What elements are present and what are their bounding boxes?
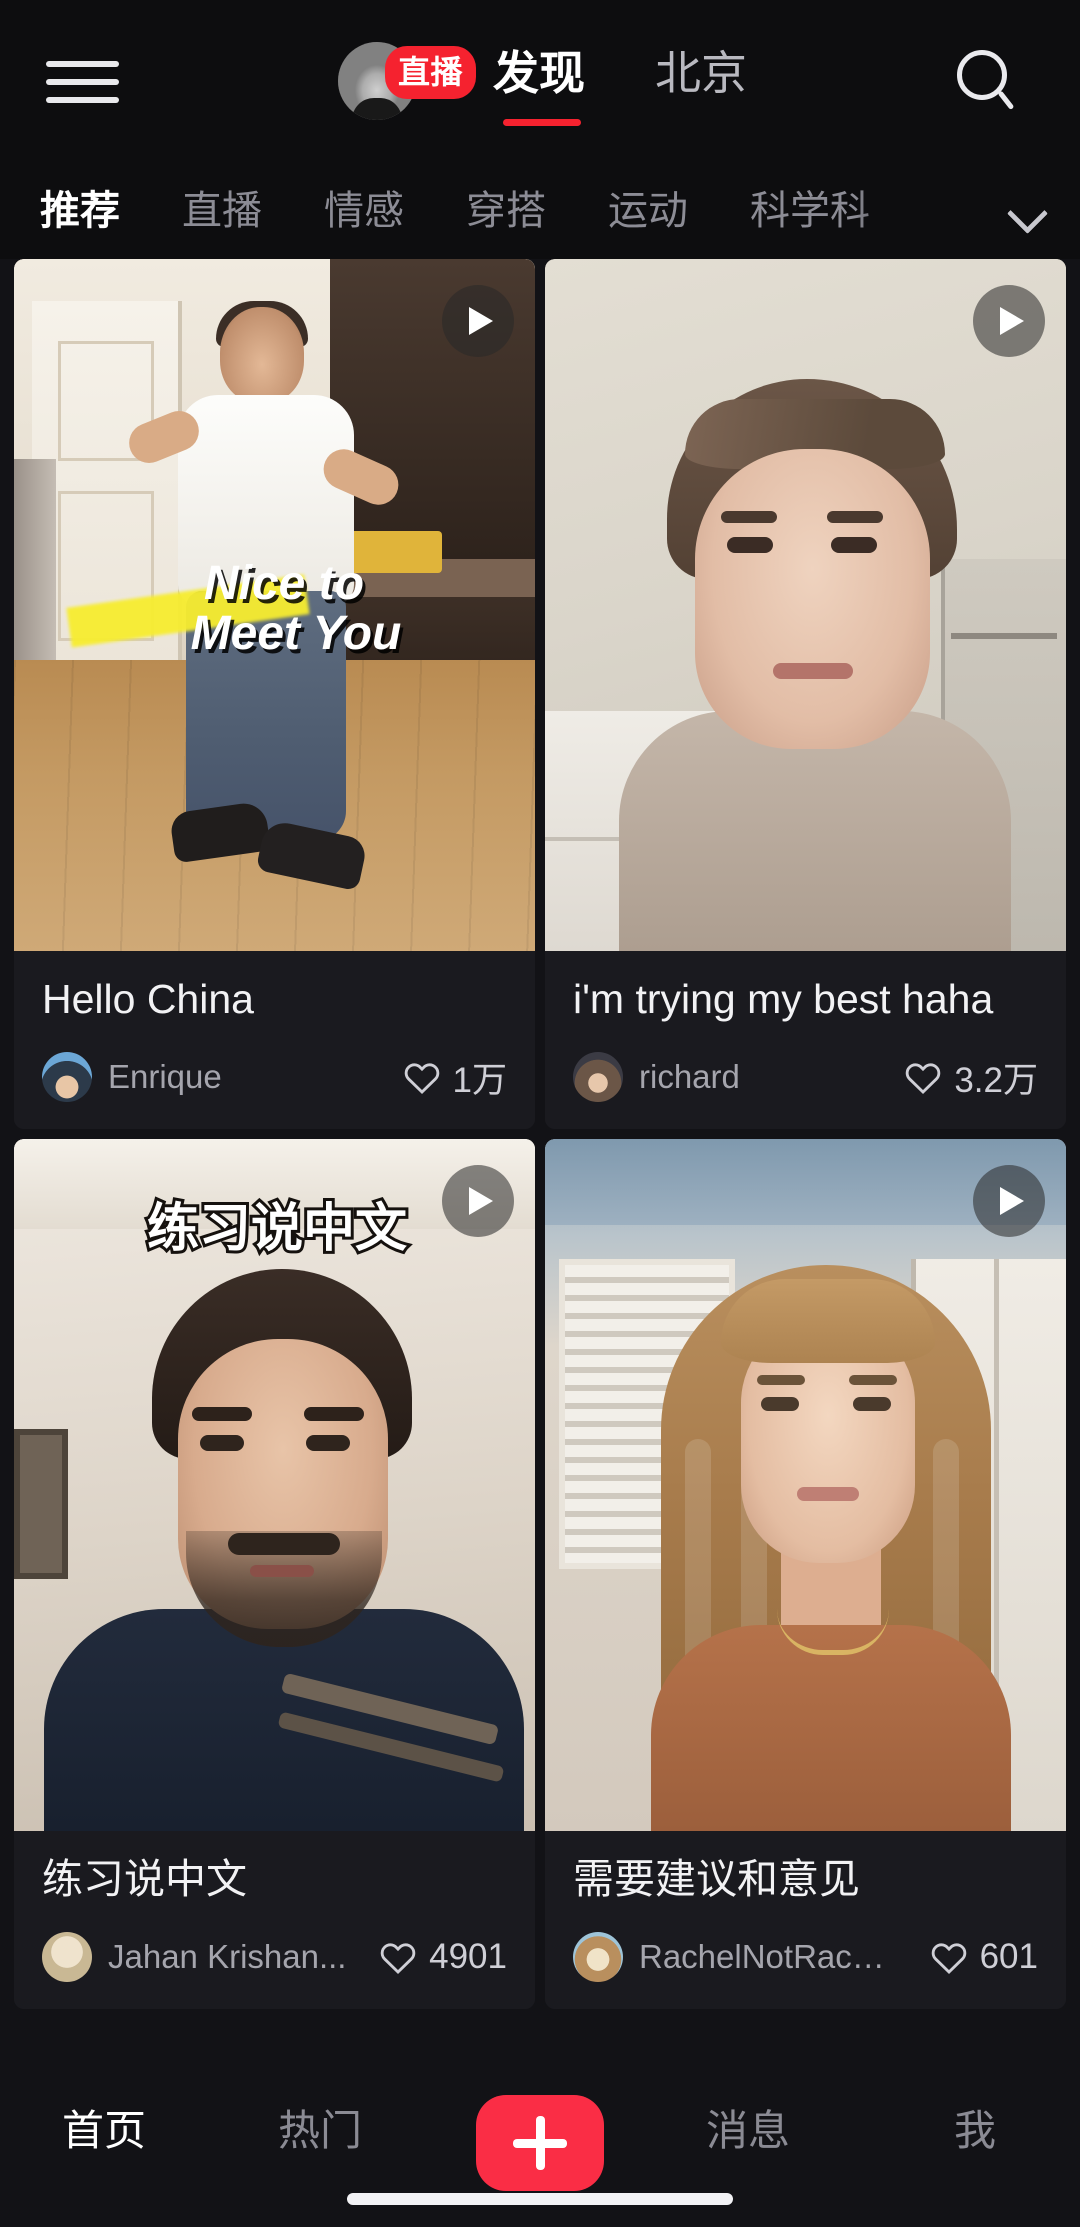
- nav-item-messages[interactable]: 消息: [706, 2110, 790, 2152]
- home-indicator: [347, 2193, 733, 2205]
- hamburger-line: [46, 61, 119, 67]
- video-byline: Enrique 1万: [42, 1051, 507, 1103]
- video-meta: i'm trying my best haha richard 3.2万: [545, 951, 1066, 1129]
- search-icon[interactable]: [955, 50, 1019, 116]
- hamburger-line: [46, 79, 119, 85]
- tab-active-underline: [503, 119, 581, 126]
- live-badge[interactable]: 直播: [385, 46, 477, 99]
- hamburger-line: [46, 97, 119, 103]
- hamburger-menu-icon[interactable]: [46, 56, 119, 108]
- feed-row: 练习说中文 练习说中文 Jahan Krishan... 4901 需要建议和意…: [0, 1139, 1080, 2009]
- author-name[interactable]: Jahan Krishan...: [108, 1938, 358, 1976]
- nav-item-home[interactable]: 首页: [62, 2110, 146, 2152]
- category-tab-live[interactable]: 直播: [182, 191, 262, 231]
- category-tab-sports[interactable]: 运动: [608, 191, 688, 231]
- tab-discover[interactable]: 发现: [493, 50, 585, 96]
- chevron-down-icon: [1008, 193, 1044, 229]
- category-tab-recommend[interactable]: 推荐: [40, 191, 120, 231]
- app-root: 直播 发现 北京 推荐 直播 情感 穿搭 运动 科学科 Nice to Meet…: [0, 0, 1080, 2227]
- video-thumbnail[interactable]: [545, 259, 1066, 951]
- video-meta: Hello China Enrique 1万: [14, 951, 535, 1129]
- live-entry[interactable]: 直播: [338, 40, 493, 124]
- like-group[interactable]: 1万: [403, 1052, 507, 1103]
- video-overlay-caption: Nice to Meet You: [94, 557, 474, 661]
- video-title: 需要建议和意见: [573, 1856, 860, 1902]
- heart-icon: [403, 1059, 441, 1095]
- video-byline: RachelNotRach... 601: [573, 1931, 1038, 1983]
- heart-icon: [904, 1059, 942, 1095]
- author-name[interactable]: Enrique: [108, 1058, 358, 1096]
- author-name[interactable]: richard: [639, 1058, 889, 1096]
- bottom-navigation-bar: 首页 热门 消息 我: [0, 2064, 1080, 2227]
- video-title: Hello China: [42, 976, 254, 1022]
- video-byline: richard 3.2万: [573, 1051, 1038, 1103]
- tab-city[interactable]: 北京: [655, 50, 747, 96]
- play-icon[interactable]: [442, 285, 514, 357]
- video-meta: 需要建议和意见 RachelNotRach... 601: [545, 1831, 1066, 2009]
- heart-icon: [930, 1939, 968, 1975]
- play-icon[interactable]: [973, 285, 1045, 357]
- create-post-button[interactable]: [476, 2095, 604, 2191]
- author-avatar[interactable]: [42, 1052, 92, 1102]
- author-name[interactable]: RachelNotRach...: [639, 1938, 889, 1976]
- video-card[interactable]: 练习说中文 练习说中文 Jahan Krishan... 4901: [14, 1139, 535, 2009]
- author-avatar[interactable]: [42, 1932, 92, 1982]
- thumbnail-image: [545, 1139, 1066, 1831]
- video-card[interactable]: i'm trying my best haha richard 3.2万: [545, 259, 1066, 1129]
- author-avatar[interactable]: [573, 1052, 623, 1102]
- like-group[interactable]: 3.2万: [904, 1052, 1038, 1103]
- video-feed: Nice to Meet You Hello China Enrique 1万 …: [0, 259, 1080, 2009]
- like-count: 3.2万: [954, 1060, 1038, 1100]
- category-expand-button[interactable]: [972, 163, 1080, 259]
- like-group[interactable]: 4901: [379, 1937, 507, 1977]
- video-card[interactable]: Nice to Meet You Hello China Enrique 1万: [14, 259, 535, 1129]
- search-handle: [997, 90, 1015, 111]
- video-title: 练习说中文: [42, 1856, 247, 1902]
- heart-icon: [379, 1939, 417, 1975]
- video-overlay-caption: 练习说中文: [144, 1200, 410, 1258]
- nav-item-profile[interactable]: 我: [954, 2110, 996, 2152]
- author-avatar[interactable]: [573, 1932, 623, 1982]
- like-count: 1万: [452, 1060, 507, 1100]
- overlay-line-2: Meet You: [190, 607, 402, 661]
- like-count: 4901: [429, 1937, 507, 1976]
- video-thumbnail[interactable]: Nice to Meet You: [14, 259, 535, 951]
- category-tab-emotion[interactable]: 情感: [324, 191, 404, 231]
- play-icon[interactable]: [973, 1165, 1045, 1237]
- video-card[interactable]: 需要建议和意见 RachelNotRach... 601: [545, 1139, 1066, 2009]
- video-meta: 练习说中文 Jahan Krishan... 4901: [14, 1831, 535, 2009]
- video-byline: Jahan Krishan... 4901: [42, 1931, 507, 1983]
- nav-item-hot[interactable]: 热门: [278, 2110, 362, 2152]
- category-strip: 推荐 直播 情感 穿搭 运动 科学科: [0, 163, 932, 259]
- category-tab-science[interactable]: 科学科: [750, 191, 870, 231]
- category-tab-fashion[interactable]: 穿搭: [466, 191, 546, 231]
- category-tab-bar[interactable]: 推荐 直播 情感 穿搭 运动 科学科: [0, 163, 1080, 259]
- video-thumbnail[interactable]: [545, 1139, 1066, 1831]
- like-group[interactable]: 601: [930, 1937, 1038, 1977]
- overlay-line-1: Nice to: [203, 557, 365, 610]
- video-title: i'm trying my best haha: [573, 976, 994, 1022]
- top-bar: 直播 发现 北京: [0, 0, 1080, 163]
- video-thumbnail[interactable]: 练习说中文: [14, 1139, 535, 1831]
- feed-row: Nice to Meet You Hello China Enrique 1万 …: [0, 259, 1080, 1129]
- thumbnail-image: [545, 259, 1066, 951]
- plus-icon-vertical: [535, 2116, 545, 2170]
- like-count: 601: [979, 1937, 1038, 1976]
